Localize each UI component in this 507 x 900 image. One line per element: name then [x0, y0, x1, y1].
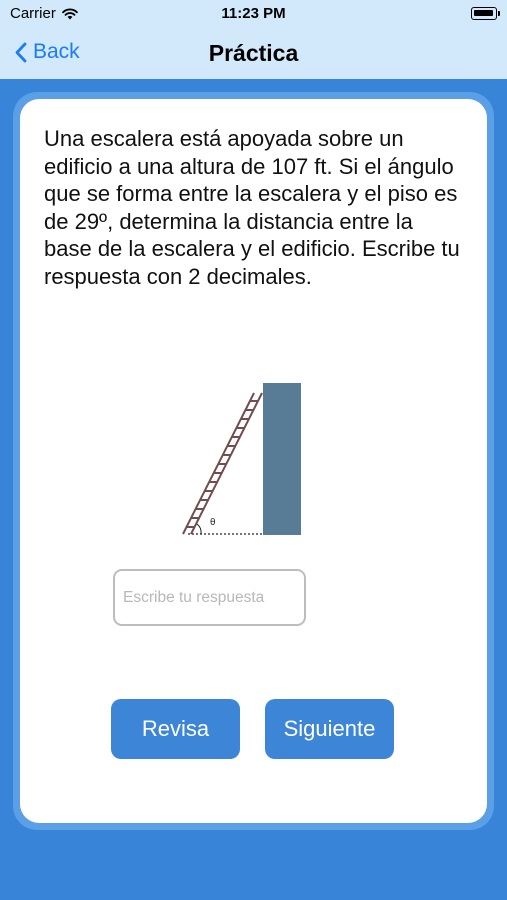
status-bar: Carrier 11:23 PM [0, 0, 507, 28]
ladder-figure: θ [182, 383, 301, 535]
check-button[interactable]: Revisa [111, 699, 240, 759]
practice-card: Una escalera está apoyada sobre un edifi… [20, 99, 487, 823]
question-text: Una escalera está apoyada sobre un edifi… [44, 126, 460, 289]
navigation-bar: Back Práctica [0, 30, 507, 76]
building [263, 383, 301, 535]
check-button-label: Revisa [141, 716, 210, 741]
angle-label: θ [210, 518, 216, 528]
angle-arc [196, 523, 202, 535]
top-bar: Carrier 11:23 PM Back Práctica [0, 0, 507, 79]
ladder [182, 392, 263, 535]
next-button-label: Siguiente [283, 716, 376, 741]
battery-icon [471, 7, 500, 20]
status-time: 11:23 PM [221, 5, 286, 22]
answer-input[interactable] [113, 569, 306, 626]
next-button[interactable]: Siguiente [265, 699, 394, 759]
page-title: Práctica [208, 40, 299, 66]
